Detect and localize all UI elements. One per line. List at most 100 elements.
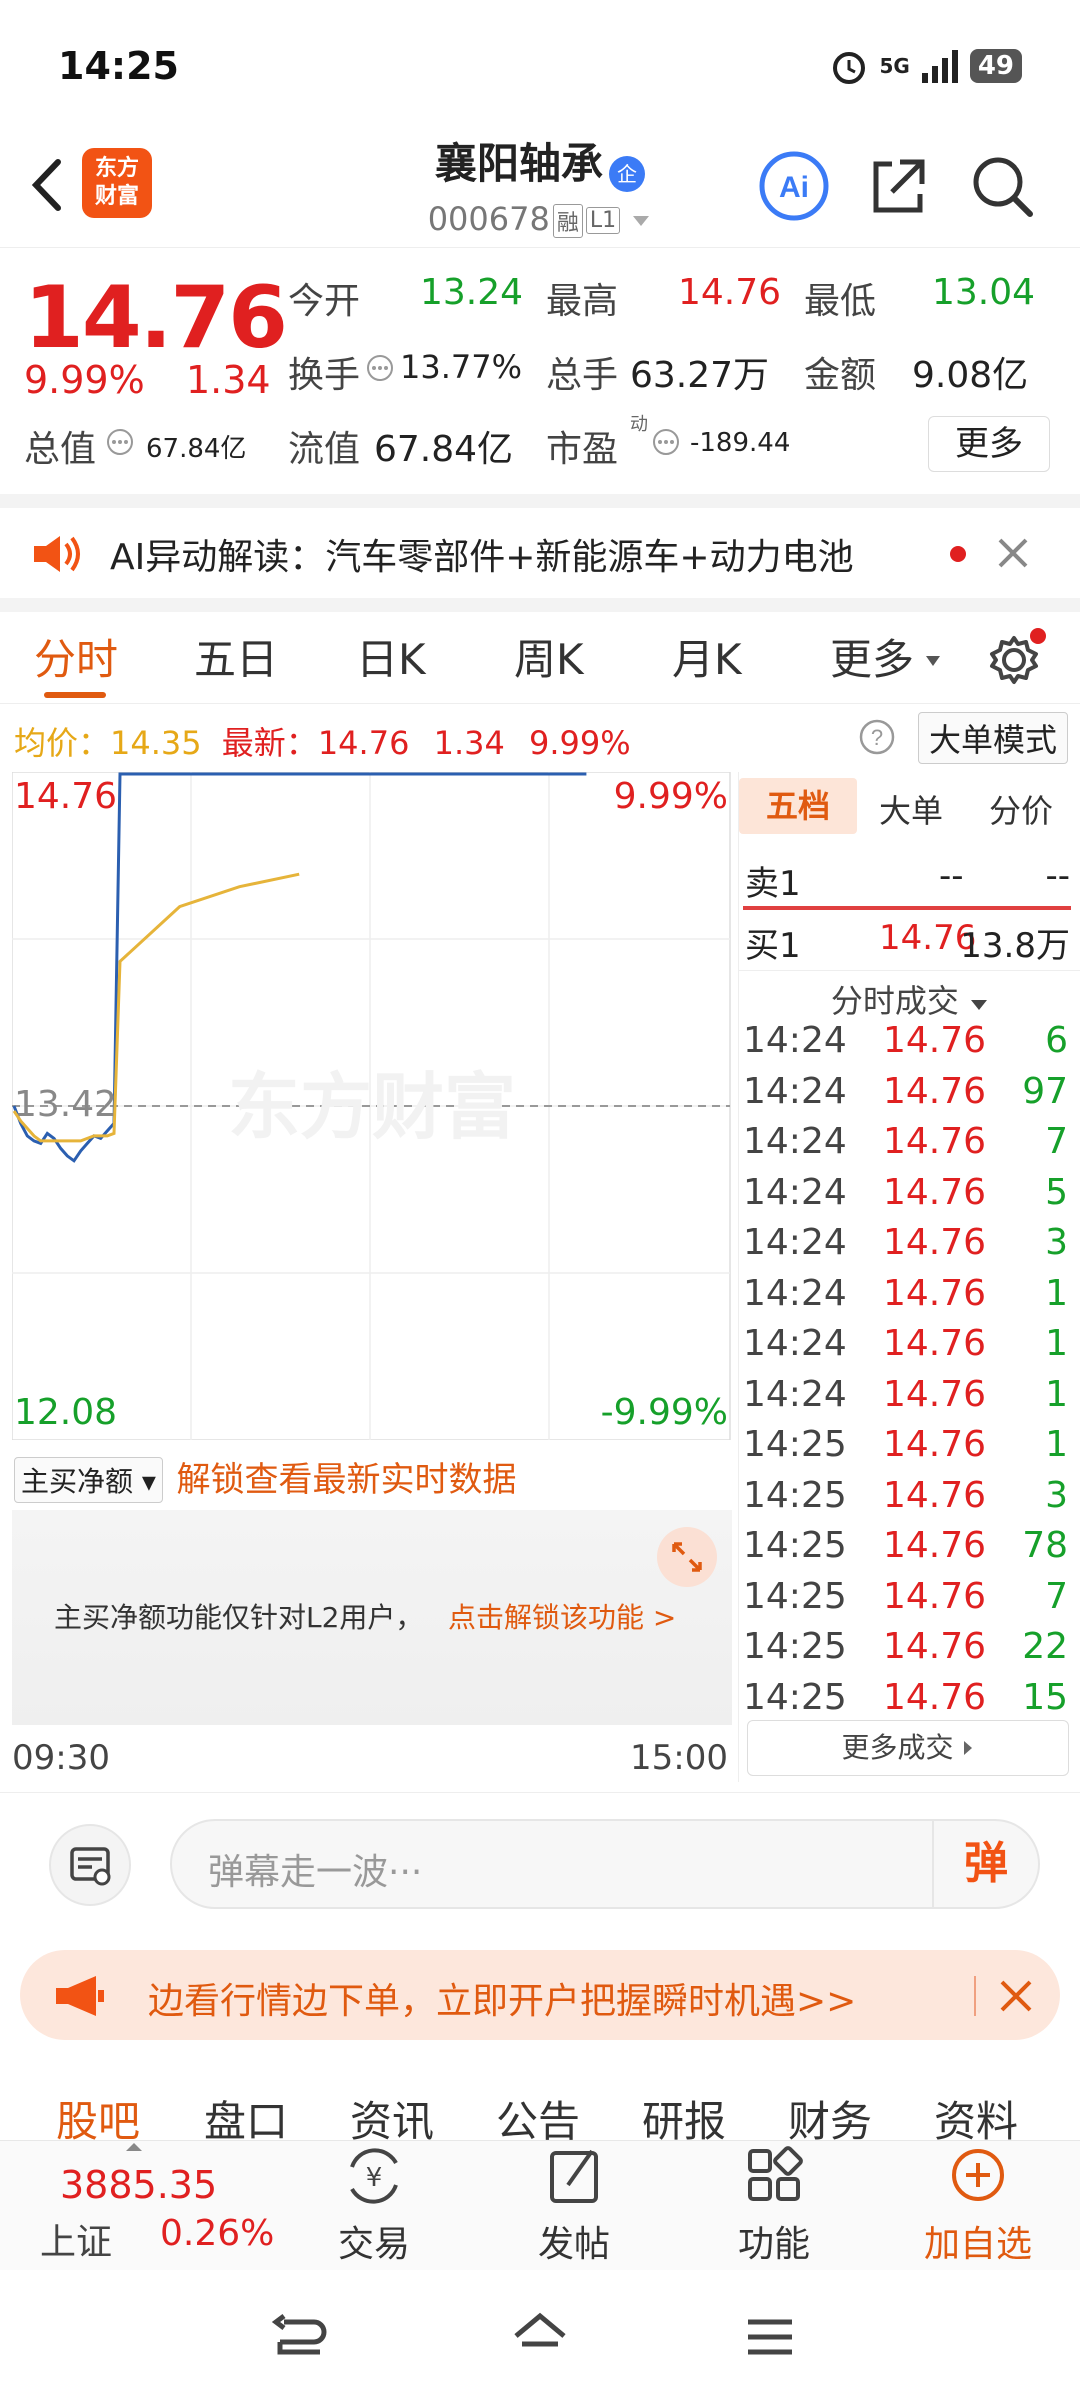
trade-volume: 97 [1022,1070,1068,1112]
nav-functions[interactable]: 功能 [716,2141,832,2267]
tab-weekly-k[interactable]: 周K [514,626,584,687]
chart-tabs: 分时 五日 日K 周K 月K 更多 [0,612,1080,704]
nav-trade[interactable]: ¥ 交易 [316,2141,432,2267]
trade-price: 14.76 [883,1575,987,1617]
trade-row: 14:24 14.76 6 [739,1020,1074,1071]
trade-volume: 1 [1045,1424,1068,1465]
search-icon[interactable] [966,150,1038,222]
intraday-chart[interactable]: 东方财富 14.76 9.99% 13.42 12.08 -9.99% [11,771,732,1441]
status-bar: 14:25 5G 49 [0,0,1080,130]
svg-text:?: ? [871,725,883,750]
watermark: 东方财富 [228,1065,516,1149]
stock-title[interactable]: 襄阳轴承企 000678 融 L1 [330,130,750,238]
back-arrow-icon[interactable] [22,150,72,220]
ai-banner[interactable]: AI异动解读：汽车零部件+新能源车+动力电池 [0,508,1080,598]
amount-label: 金额 [804,355,877,396]
info-icon[interactable] [106,428,134,456]
tab-daily-k[interactable]: 日K [356,626,426,687]
speaker-icon [34,536,80,572]
level-tag: L1 [585,207,621,234]
help-icon[interactable]: ? [858,718,896,756]
trades-header[interactable]: 分时成交 [739,976,1080,1022]
net-buy-section-header: 主买净额 ▾ 解锁查看最新实时数据 [14,1452,517,1503]
stock-header: 东方 财富 襄阳轴承企 000678 融 L1 Ai [0,130,1080,248]
time-start: 09:30 [12,1738,110,1778]
l2-unlock-link[interactable]: 点击解锁该功能 > [448,1596,676,1636]
pct-axis-top-label: 9.99% [613,776,728,817]
net-buy-dropdown[interactable]: 主买净额 ▾ [14,1457,163,1503]
danmaku-settings-icon[interactable] [48,1823,132,1907]
tab-five-day[interactable]: 五日 [194,626,278,687]
tab-five-levels[interactable]: 五档 [739,778,857,834]
buy1-volume: 13.8万 [960,926,1070,966]
pct-axis-bottom-label: -9.99% [600,1392,728,1433]
alarm-icon [833,52,866,84]
trade-time: 14:25 [743,1626,847,1667]
post-label: 发帖 [537,2224,610,2265]
last-pct: 9.99% [529,724,631,762]
tab-intraday[interactable]: 分时 [34,626,118,687]
promo-text: 边看行情边下单，立即开户把握瞬时机遇>> [148,1981,857,2022]
big-order-mode-button[interactable]: 大单模式 [917,712,1068,764]
close-icon[interactable] [996,536,1030,570]
order-panel: 五档 大单 分价 卖1 -- -- 买1 14.76 13.8万 分时成交 14… [738,772,1080,1782]
more-trades-button[interactable]: 更多成交 [747,1720,1069,1776]
last-value: 14.76 [317,724,410,762]
menu-icon[interactable] [740,2312,800,2362]
app-logo: 东方 财富 [82,148,152,218]
spread-divider [743,906,1071,910]
back-nav-icon[interactable] [270,2312,330,2362]
l2-locked-box: 主买净额功能仅针对L2用户， 点击解锁该功能 > [12,1510,732,1725]
y-axis-bottom-label: 12.08 [14,1392,118,1433]
tab-price-distribution[interactable]: 分价 [989,786,1053,832]
info-icon[interactable] [366,354,394,382]
settings-gear-icon[interactable] [984,626,1048,690]
system-nav-bar [0,2272,1080,2400]
danmaku-input[interactable]: 弹幕走一波··· 弹 [170,1819,1040,1909]
trade-row: 14:25 14.76 7 [739,1576,1074,1627]
nav-add-watchlist[interactable]: 加自选 [908,2141,1048,2267]
more-quote-button[interactable]: 更多 [928,416,1050,472]
stock-code-line: 000678 融 L1 [330,200,750,238]
trade-row: 14:24 14.76 5 [739,1172,1074,1223]
trade-time: 14:25 [743,1424,847,1465]
info-icon[interactable] [652,428,680,456]
nav-post[interactable]: 发帖 [516,2141,632,2267]
unlock-link[interactable]: 解锁查看最新实时数据 [177,1460,517,1500]
trade-price: 14.76 [883,1070,987,1112]
close-icon[interactable] [998,1978,1034,2014]
trade-price: 14.76 [883,1424,987,1465]
last-price: 14.76 [24,268,288,368]
tab-big-orders[interactable]: 大单 [879,786,943,832]
active-tab-indicator [44,692,106,698]
y-axis-top-label: 14.76 [14,776,118,817]
open-account-promo[interactable]: 边看行情边下单，立即开户把握瞬时机遇>> [20,1950,1060,2040]
trade-price: 14.76 [883,1222,987,1263]
avg-value: 14.35 [110,724,202,762]
tab-more[interactable]: 更多 [830,626,914,687]
order-panel-tabs: 五档 大单 分价 [739,772,1080,840]
add-watchlist-label: 加自选 [923,2224,1032,2265]
share-icon[interactable] [862,150,934,222]
quote-panel: 14.76 9.99% 1.34 今开 13.24 最高 14.76 最低 13… [0,250,1080,495]
trade-row: 14:24 14.76 7 [739,1121,1074,1172]
float-label: 流值 [288,429,361,470]
stock-code: 000678 [427,199,550,238]
amount-value: 9.08亿 [912,355,1029,396]
chart-canvas: 东方财富 [11,771,731,1441]
volume-label: 总手 [546,355,619,396]
danmaku-send-button[interactable]: 弹 [932,1821,1038,1907]
divider [739,970,1080,971]
ai-button[interactable]: Ai [758,150,830,222]
trade-time: 14:24 [743,1020,847,1061]
trade-label: 交易 [337,2224,410,2265]
add-circle-icon [952,2149,1004,2201]
home-icon[interactable] [510,2308,570,2364]
trade-time: 14:25 [743,1474,847,1516]
trade-row: 14:25 14.76 3 [739,1475,1074,1526]
comment-bar: 弹幕走一波··· 弹 [0,1792,1080,1932]
trade-volume: 78 [1022,1525,1068,1566]
price-summary-bar: 均价：14.35 最新：14.76 1.34 9.99% [14,718,1074,768]
tab-monthly-k[interactable]: 月K [672,626,742,687]
expand-icon[interactable] [654,1524,720,1590]
